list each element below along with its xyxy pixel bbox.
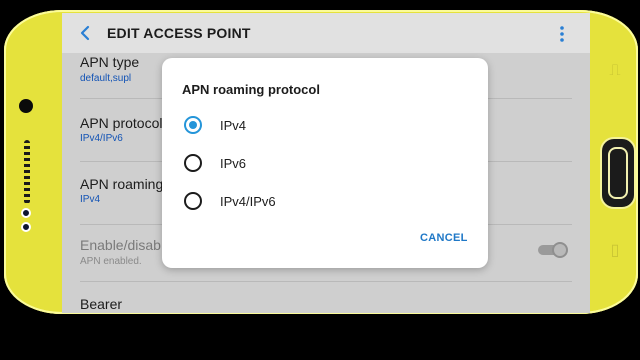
page-title: EDIT ACCESS POINT	[107, 25, 251, 41]
back-key-icon[interactable]: ▯	[608, 242, 622, 260]
setting-title: Enable/disab	[80, 237, 161, 253]
option-label: IPv6	[220, 156, 247, 171]
setting-title: APN roaming	[80, 176, 164, 192]
option-label: IPv4/IPv6	[220, 194, 276, 209]
app-bar: EDIT ACCESS POINT	[62, 13, 590, 53]
apn-roaming-protocol-dialog: APN roaming protocol IPv4 IPv6 IPv4/IPv6…	[162, 58, 488, 268]
option-label: IPv4	[220, 118, 247, 133]
cancel-button[interactable]: CANCEL	[420, 232, 468, 244]
sensor-icon	[21, 222, 31, 232]
enable-apn-toggle[interactable]	[536, 242, 568, 258]
setting-value: default,supl	[80, 73, 132, 84]
dialog-title: APN roaming protocol	[182, 82, 320, 97]
recent-apps-key-icon[interactable]: ⎍	[608, 62, 622, 80]
home-button[interactable]	[600, 137, 636, 209]
screen: EDIT ACCESS POINT APN type default,supl …	[62, 13, 590, 313]
setting-title: APN protocol	[80, 115, 163, 131]
back-arrow-icon[interactable]	[76, 23, 96, 43]
speaker-grille	[24, 140, 30, 204]
setting-title: Bearer	[80, 296, 123, 312]
option-ipv4-ipv6[interactable]: IPv4/IPv6	[180, 188, 470, 216]
divider	[80, 281, 572, 282]
toggle-knob	[552, 242, 568, 258]
option-ipv4[interactable]: IPv4	[180, 112, 470, 140]
front-camera-icon	[19, 99, 33, 113]
setting-bearer[interactable]: Bearer	[62, 283, 590, 313]
radio-unselected-icon[interactable]	[184, 192, 202, 210]
option-ipv6[interactable]: IPv6	[180, 150, 470, 178]
radio-selected-icon[interactable]	[184, 116, 202, 134]
radio-unselected-icon[interactable]	[184, 154, 202, 172]
more-vert-icon[interactable]	[559, 25, 565, 43]
setting-value: IPv4/IPv6	[80, 133, 123, 144]
setting-value: APN enabled.	[80, 256, 142, 267]
sensor-icon	[21, 208, 31, 218]
setting-value: IPv4	[80, 194, 101, 205]
setting-title: APN type	[80, 54, 140, 70]
